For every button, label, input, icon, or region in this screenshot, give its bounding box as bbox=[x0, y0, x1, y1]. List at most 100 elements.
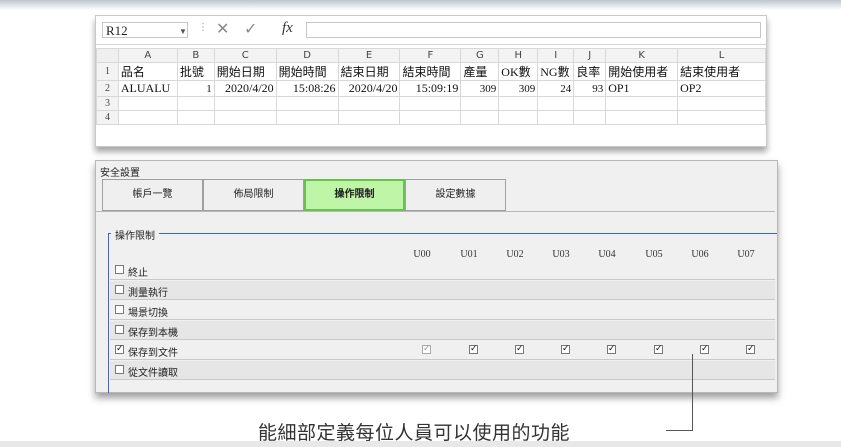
cancel-icon[interactable]: ✕ bbox=[216, 19, 229, 38]
sheet-cell[interactable] bbox=[460, 110, 500, 125]
security-settings-panel: 安全設置 帳戶一覽 佈局限制 操作限制 設定數據 操作限制 U00 U01 U02 U03 U… bbox=[95, 160, 778, 393]
fx-icon[interactable]: fx bbox=[282, 20, 293, 37]
sheet-cell[interactable]: NG數 bbox=[537, 62, 575, 81]
sheet-cell[interactable] bbox=[537, 96, 575, 111]
permission-checkbox[interactable] bbox=[115, 365, 124, 374]
column-header[interactable]: L bbox=[677, 48, 766, 63]
sheet-cell[interactable]: OP2 bbox=[677, 80, 766, 97]
sheet-cell[interactable]: 15:09:19 bbox=[399, 80, 462, 97]
sheet-cell[interactable]: 產量 bbox=[460, 62, 500, 81]
sheet-cell[interactable] bbox=[213, 110, 277, 125]
tab-2[interactable]: 操作限制 bbox=[304, 179, 405, 211]
permission-checkbox[interactable] bbox=[115, 285, 124, 294]
column-header[interactable]: A bbox=[117, 48, 178, 63]
bottom-strip bbox=[0, 441, 841, 447]
sheet-cell[interactable]: 結束使用者 bbox=[677, 62, 766, 81]
permission-checkbox[interactable] bbox=[115, 325, 124, 334]
permission-checkbox[interactable] bbox=[115, 305, 124, 314]
callout-line bbox=[692, 354, 693, 430]
sheet-cell[interactable] bbox=[677, 96, 766, 111]
sheet-cell[interactable]: 93 bbox=[573, 80, 607, 97]
column-header[interactable]: E bbox=[337, 48, 401, 63]
sheet-cell[interactable] bbox=[337, 96, 401, 111]
column-header[interactable]: C bbox=[213, 48, 277, 63]
sheet-cell[interactable]: 良率 bbox=[573, 62, 607, 81]
sheet-cell[interactable]: 2020/4/20 bbox=[337, 80, 401, 97]
sheet-cell[interactable]: 2020/4/20 bbox=[213, 80, 277, 97]
sheet-cell[interactable] bbox=[117, 110, 178, 125]
sheet-cell[interactable]: 24 bbox=[537, 80, 575, 97]
permission-label: 保存到文件 bbox=[128, 348, 178, 359]
sheet-cell[interactable]: 品名 bbox=[117, 62, 178, 81]
user-permission-checkbox[interactable]: ✓ bbox=[700, 345, 709, 354]
column-header[interactable]: B bbox=[176, 48, 215, 63]
sheet-cell[interactable] bbox=[275, 110, 339, 125]
sheet-cell[interactable]: 批號 bbox=[176, 62, 215, 81]
sheet-cell[interactable]: 1 bbox=[176, 80, 215, 97]
tab-3[interactable]: 設定數據 bbox=[405, 179, 506, 211]
sheet-cell[interactable]: OK數 bbox=[498, 62, 539, 81]
user-permission-checkbox[interactable]: ✓ bbox=[607, 345, 616, 354]
sheet-cell[interactable] bbox=[498, 96, 539, 111]
confirm-icon[interactable]: ✓ bbox=[244, 19, 257, 38]
more-dots-icon: ⋮ bbox=[198, 22, 208, 33]
group-border-left bbox=[108, 233, 109, 393]
sheet-cell[interactable]: 開始使用者 bbox=[605, 62, 679, 81]
user-permission-checkbox[interactable]: ✓ bbox=[561, 345, 570, 354]
name-box[interactable]: R12 ▼ bbox=[102, 22, 188, 38]
sheet-cell[interactable]: 15:08:26 bbox=[275, 80, 339, 97]
sheet-cell[interactable] bbox=[573, 96, 607, 111]
sheet-cell[interactable] bbox=[498, 110, 539, 125]
sheet-cell[interactable] bbox=[605, 110, 679, 125]
callout-line-horizontal bbox=[666, 430, 693, 431]
panel-title: 安全設置 bbox=[100, 168, 140, 179]
sheet-cell[interactable]: ALUALU bbox=[117, 80, 178, 97]
column-header[interactable]: G bbox=[460, 48, 500, 63]
user-permission-checkbox[interactable]: ✓ bbox=[654, 345, 663, 354]
sheet-cell[interactable] bbox=[176, 110, 215, 125]
sheet-cell[interactable]: 開始日期 bbox=[213, 62, 277, 81]
select-all-corner[interactable] bbox=[96, 48, 119, 63]
column-header[interactable]: H bbox=[498, 48, 539, 63]
sheet-cell[interactable]: OP1 bbox=[605, 80, 679, 97]
formula-input[interactable] bbox=[306, 22, 761, 38]
permission-checkbox[interactable]: ✓ bbox=[115, 345, 124, 354]
column-header[interactable]: D bbox=[275, 48, 339, 63]
column-header[interactable]: K bbox=[605, 48, 679, 63]
sheet-cell[interactable] bbox=[176, 96, 215, 111]
sheet-cell[interactable] bbox=[677, 110, 766, 125]
sheet-cell[interactable] bbox=[213, 96, 277, 111]
sheet-cell[interactable]: 開始時間 bbox=[275, 62, 339, 81]
row-header[interactable]: 3 bbox=[96, 96, 119, 111]
tab-0[interactable]: 帳戶一覽 bbox=[102, 179, 203, 211]
user-permission-checkbox[interactable]: ✓ bbox=[469, 345, 478, 354]
row-header[interactable]: 2 bbox=[96, 80, 119, 97]
sheet-cell[interactable] bbox=[399, 110, 462, 125]
sheet-cell[interactable] bbox=[399, 96, 462, 111]
row-header[interactable]: 4 bbox=[96, 110, 119, 125]
sheet-cell[interactable] bbox=[337, 110, 401, 125]
sheet-cell[interactable] bbox=[605, 96, 679, 111]
sheet-cell[interactable]: 309 bbox=[460, 80, 500, 97]
sheet-cell[interactable] bbox=[537, 110, 575, 125]
permission-row: 保存到本機 bbox=[110, 321, 775, 340]
column-header[interactable]: I bbox=[537, 48, 575, 63]
sheet-cell[interactable] bbox=[117, 96, 178, 111]
sheet-cell[interactable] bbox=[460, 96, 500, 111]
sheet-cell[interactable]: 309 bbox=[498, 80, 539, 97]
row-header[interactable]: 1 bbox=[96, 62, 119, 81]
sheet-cell[interactable]: 結束時間 bbox=[399, 62, 462, 81]
permission-row: ✓ 保存到文件 ✓ ✓ ✓ ✓ ✓ ✓ ✓ ✓ bbox=[110, 341, 775, 360]
user-permission-checkbox[interactable]: ✓ bbox=[515, 345, 524, 354]
column-header[interactable]: F bbox=[399, 48, 462, 63]
sheet-grid: ABCDEFGHIJKL 1 品名 批號 開始日期 開始時間 結束日期 結束時間 產量 OK數 N… bbox=[96, 48, 766, 125]
sheet-cell[interactable] bbox=[573, 110, 607, 125]
sheet-cell[interactable] bbox=[275, 96, 339, 111]
tab-1[interactable]: 佈局限制 bbox=[203, 179, 304, 211]
permission-checkbox[interactable] bbox=[115, 265, 124, 274]
sheet-cell[interactable]: 結束日期 bbox=[337, 62, 401, 81]
user-permission-checkbox[interactable]: ✓ bbox=[746, 345, 755, 354]
user-permission-checkbox[interactable]: ✓ bbox=[422, 345, 431, 354]
chevron-down-icon[interactable]: ▼ bbox=[179, 24, 187, 40]
column-header[interactable]: J bbox=[573, 48, 607, 63]
